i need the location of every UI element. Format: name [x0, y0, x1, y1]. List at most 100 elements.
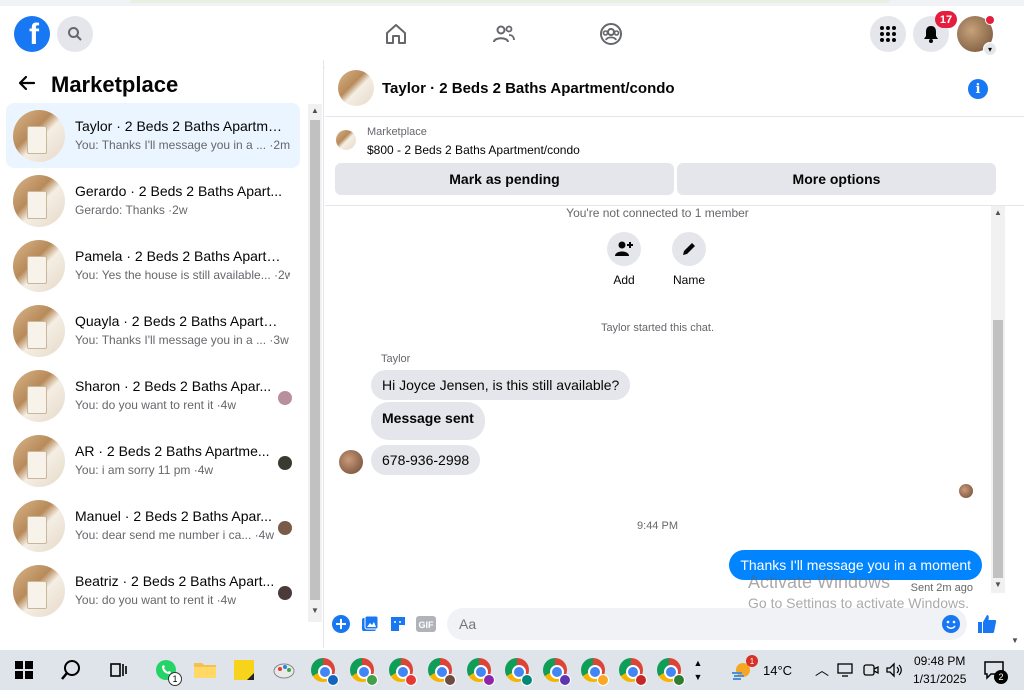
chrome-profile-3-icon[interactable]	[387, 656, 417, 686]
listing-label: Marketplace	[367, 126, 427, 138]
add-person-icon	[607, 232, 641, 266]
listing-thumbnail	[13, 110, 65, 162]
conversation-item[interactable]: AR · 2 Beds 2 Baths Apartme... You: i am…	[6, 428, 300, 493]
listing-thumbnail	[13, 500, 65, 552]
conversation-snippet: You: i am sorry 11 pm ·4w	[75, 463, 214, 477]
incoming-message[interactable]: 678-936-2998	[371, 445, 481, 475]
conversation-snippet: Gerardo: Thanks ·2w	[75, 203, 188, 217]
chrome-profile-10-icon[interactable]	[655, 656, 685, 686]
notification-center-icon[interactable]: 2	[980, 656, 1008, 684]
scroll-down-arrow-icon[interactable]: ▼	[308, 606, 322, 615]
chat-title[interactable]: Taylor · 2 Beds 2 Baths Apartment/condo	[382, 80, 675, 97]
groups-nav[interactable]	[597, 20, 625, 48]
chrome-profile-7-icon[interactable]	[541, 656, 571, 686]
facebook-logo[interactable]: f	[14, 16, 50, 52]
sidebar-scrollbar[interactable]: ▲ ▼	[308, 104, 322, 622]
emoji-icon[interactable]	[941, 614, 961, 634]
conversation-name: Manuel · 2 Beds 2 Baths Apar...	[75, 508, 272, 524]
weather-temperature[interactable]: 14°C	[763, 663, 792, 678]
browser-strip	[0, 0, 1024, 6]
incoming-message[interactable]: Hi Joyce Jensen, is this still available…	[371, 370, 631, 400]
photo-icon[interactable]	[360, 614, 380, 634]
sticker-icon[interactable]	[388, 614, 408, 634]
message-thread: You're not connected to 1 member Add Nam…	[325, 206, 1024, 602]
listing-thumbnail	[13, 175, 65, 227]
conversation-snippet: You: dear send me number i ca... ·4w	[75, 528, 274, 542]
top-navigation-bar: f 17 ▾	[0, 0, 1024, 68]
seen-avatar	[959, 484, 973, 498]
chrome-profile-4-icon[interactable]	[426, 656, 456, 686]
conversation-name: Beatriz · 2 Beds 2 Baths Apart...	[75, 573, 275, 589]
meet-now-icon[interactable]	[860, 656, 882, 684]
chrome-profile-2-icon[interactable]	[348, 656, 378, 686]
chrome-profile-6-icon[interactable]	[503, 656, 533, 686]
plus-circle-icon[interactable]	[331, 614, 351, 634]
conversation-item[interactable]: Manuel · 2 Beds 2 Baths Apar... You: dea…	[6, 493, 300, 558]
svg-text:GIF: GIF	[419, 620, 435, 630]
search-button[interactable]	[57, 16, 93, 52]
search-icon[interactable]	[57, 656, 85, 684]
conversation-item[interactable]: Sharon · 2 Beds 2 Baths Apar... You: do …	[6, 363, 300, 428]
scroll-down-arrow-icon[interactable]: ▼	[991, 580, 1005, 589]
conversation-sidebar: Marketplace Taylor · 2 Beds 2 Baths Apar…	[0, 60, 324, 648]
paint-icon[interactable]	[270, 656, 298, 684]
back-arrow-icon[interactable]	[18, 74, 38, 94]
home-nav[interactable]	[382, 20, 410, 48]
friends-nav[interactable]	[490, 20, 518, 48]
weather-icon[interactable]: 1	[728, 655, 758, 684]
chrome-profile-1-icon[interactable]	[309, 656, 339, 686]
page-scroll-down-arrow-icon[interactable]: ▼	[1011, 636, 1019, 645]
network-icon[interactable]	[835, 656, 857, 684]
scrollbar-thumb[interactable]	[993, 320, 1003, 578]
listing-price[interactable]: $800 - 2 Beds 2 Baths Apartment/condo	[367, 143, 580, 157]
conversation-item[interactable]: Quayla · 2 Beds 2 Baths Apartm... You: T…	[6, 298, 300, 363]
incoming-message[interactable]: Message sent	[371, 402, 485, 440]
chat-listing-thumbnail[interactable]	[338, 70, 374, 106]
windows-start-icon[interactable]	[10, 656, 38, 684]
task-view-icon[interactable]	[105, 656, 133, 684]
chrome-profile-5-icon[interactable]	[465, 656, 495, 686]
conversation-name: AR · 2 Beds 2 Baths Apartme...	[75, 443, 270, 459]
chat-header: Taylor · 2 Beds 2 Baths Apartment/condo …	[325, 60, 1024, 117]
chat-scrollbar[interactable]: ▲ ▼	[991, 206, 1005, 593]
sender-avatar[interactable]	[339, 450, 363, 474]
chrome-profile-8-icon[interactable]	[579, 656, 609, 686]
conversation-name: Pamela · 2 Beds 2 Baths Apartm...	[75, 248, 285, 264]
conversation-item[interactable]: Taylor · 2 Beds 2 Baths Apartme... You: …	[6, 103, 300, 168]
conversation-item[interactable]: Pamela · 2 Beds 2 Baths Apartm... You: Y…	[6, 233, 300, 298]
listing-mini-thumbnail	[336, 130, 356, 150]
scroll-up-arrow-icon[interactable]: ▲	[308, 106, 322, 115]
thumbs-up-icon[interactable]	[977, 614, 997, 634]
message-input[interactable]	[447, 608, 967, 640]
clock-date[interactable]: 1/31/2025	[913, 672, 966, 686]
taskbar-scroll-arrows[interactable]: ▲ ▼	[686, 656, 710, 684]
chrome-profile-9-icon[interactable]	[617, 656, 647, 686]
more-options-button[interactable]: More options	[677, 163, 996, 195]
bell-icon	[924, 26, 938, 43]
add-member-action[interactable]: Add	[594, 232, 654, 287]
file-explorer-icon[interactable]	[191, 656, 219, 684]
profile-avatar[interactable]: ▾	[957, 15, 997, 56]
conversation-item[interactable]: Beatriz · 2 Beds 2 Baths Apart... You: d…	[6, 558, 300, 623]
chevron-up-icon[interactable]: ︿	[810, 656, 834, 684]
add-label: Add	[613, 273, 635, 287]
gif-icon[interactable]: GIF	[416, 614, 436, 634]
conversation-item[interactable]: Gerardo · 2 Beds 2 Baths Apart... Gerard…	[6, 168, 300, 233]
info-icon[interactable]: i	[968, 79, 988, 99]
listing-thumbnail	[13, 370, 65, 422]
search-icon	[68, 27, 82, 41]
notification-center-badge: 2	[994, 670, 1008, 684]
whatsapp-icon[interactable]: 1	[152, 656, 182, 686]
volume-icon[interactable]	[883, 656, 905, 684]
message-composer: GIF	[325, 602, 1024, 648]
clock-time[interactable]: 09:48 PM	[914, 654, 965, 668]
conversation-snippet: You: do you want to rent it ·4w	[75, 398, 236, 412]
scroll-up-arrow-icon[interactable]: ▲	[991, 208, 1005, 217]
sticky-notes-icon[interactable]	[230, 656, 258, 684]
name-chat-action[interactable]: Name	[659, 232, 719, 287]
seen-avatar	[278, 391, 292, 405]
mark-as-pending-button[interactable]: Mark as pending	[335, 163, 674, 195]
menu-button[interactable]	[870, 16, 906, 52]
conversation-name: Taylor · 2 Beds 2 Baths Apartme...	[75, 118, 285, 134]
scrollbar-thumb[interactable]	[310, 120, 320, 600]
